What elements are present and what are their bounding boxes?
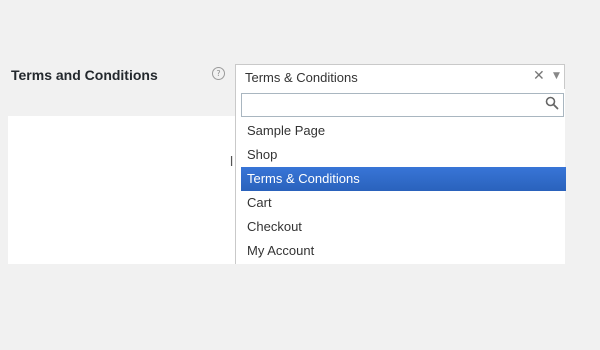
field-label: Terms and Conditions (11, 67, 158, 83)
dropdown-panel: Sample Page Shop Terms & Conditions Cart… (235, 89, 566, 264)
page-select[interactable]: Terms & Conditions ✕ ▼ (235, 64, 565, 90)
options-list: Sample Page Shop Terms & Conditions Cart… (241, 119, 566, 263)
option-my-account[interactable]: My Account (241, 239, 566, 263)
help-icon[interactable]: ? (212, 67, 225, 80)
chevron-down-icon[interactable]: ▼ (553, 71, 560, 81)
option-terms-conditions[interactable]: Terms & Conditions (241, 167, 566, 191)
option-cart[interactable]: Cart (241, 191, 566, 215)
search-input[interactable] (241, 93, 564, 117)
stray-text: l (230, 153, 234, 169)
option-checkout[interactable]: Checkout (241, 215, 566, 239)
search-icon (545, 96, 559, 110)
label-column: Terms and Conditions ? (0, 58, 235, 114)
content-panel (8, 116, 236, 264)
selected-value: Terms & Conditions (245, 70, 358, 85)
option-sample-page[interactable]: Sample Page (241, 119, 566, 143)
clear-icon[interactable]: ✕ (533, 68, 545, 84)
option-shop[interactable]: Shop (241, 143, 566, 167)
